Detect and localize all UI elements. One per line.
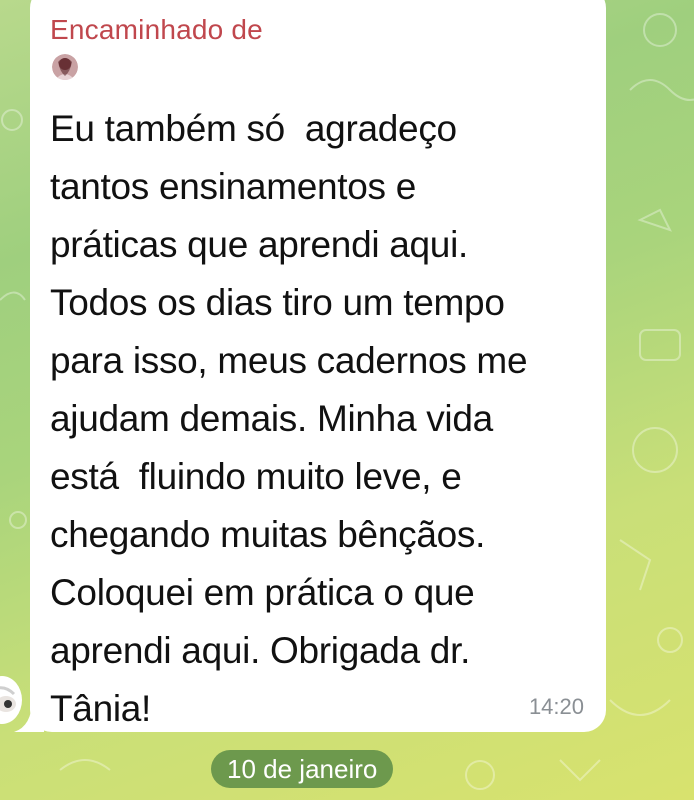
date-separator: 10 de janeiro bbox=[211, 750, 394, 788]
contact-avatar[interactable] bbox=[0, 670, 24, 730]
forwarded-from-label[interactable]: Encaminhado de bbox=[50, 14, 263, 46]
chat-area[interactable]: Encaminhado de Eu também só agradeço tan… bbox=[0, 0, 694, 800]
message-text: Eu também só agradeço tantos ensinamento… bbox=[50, 108, 528, 729]
message-timestamp: 14:20 bbox=[528, 694, 584, 719]
profile-photo-icon[interactable] bbox=[52, 54, 78, 80]
